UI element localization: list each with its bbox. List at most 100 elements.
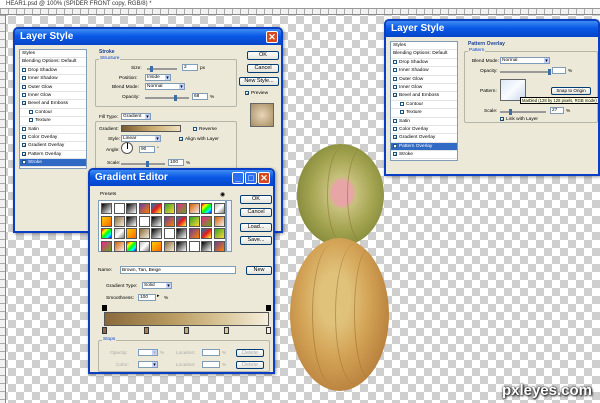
align-with-layer-checkbox[interactable]: ✓ Align with Layer: [179, 137, 219, 142]
gradient-preset-swatch[interactable]: [213, 228, 225, 239]
style-list-item[interactable]: Blending Options: Default: [391, 50, 457, 59]
preview-checkbox[interactable]: ✓ Preview: [245, 91, 268, 96]
checkbox-checked-icon[interactable]: ✓: [393, 93, 397, 98]
gradient-preset-swatch[interactable]: [176, 228, 187, 239]
style-list-item[interactable]: Color Overlay: [391, 126, 457, 135]
gradient-preset-swatch[interactable]: [188, 203, 200, 214]
gradient-preset-swatch[interactable]: [101, 240, 112, 252]
gradient-swatch[interactable]: [121, 125, 181, 132]
cancel-button[interactable]: Cancel: [240, 208, 272, 217]
checkbox-icon[interactable]: [22, 67, 26, 72]
opacity-stop-right[interactable]: [266, 305, 271, 311]
style-dropdown[interactable]: Linear: [121, 135, 161, 142]
opacity-slider[interactable]: [145, 95, 189, 101]
gradient-preset-swatch[interactable]: [201, 203, 212, 214]
checkbox-icon[interactable]: [393, 118, 397, 123]
snap-to-origin-button[interactable]: Snap to Origin: [551, 87, 591, 95]
gradient-preset-swatch[interactable]: [213, 240, 225, 252]
style-list-item[interactable]: ✓ Pattern Overlay: [20, 151, 86, 160]
style-list-item[interactable]: Outer Glow: [391, 76, 457, 84]
size-slider[interactable]: [147, 66, 177, 72]
smoothness-input[interactable]: 100: [138, 294, 156, 301]
scale-input[interactable]: 100: [168, 159, 184, 166]
opacity-input[interactable]: [552, 67, 566, 74]
checkbox-checked-icon[interactable]: ✓: [22, 101, 26, 106]
gradient-preset-swatch[interactable]: [113, 240, 125, 252]
checkbox-icon[interactable]: [393, 68, 397, 73]
style-list-item[interactable]: Inner Glow: [20, 92, 86, 101]
stop-color-swatch[interactable]: [138, 361, 158, 368]
delete-color-stop-button[interactable]: Delete: [236, 361, 264, 369]
style-list-item[interactable]: ✓ Gradient Overlay: [20, 142, 86, 151]
checkbox-icon[interactable]: [22, 92, 26, 97]
gradient-preset-swatch[interactable]: [163, 203, 175, 214]
gradient-preset-swatch[interactable]: [101, 228, 112, 239]
gradient-preset-swatch[interactable]: [151, 228, 162, 239]
checkbox-icon[interactable]: [29, 118, 33, 123]
gradient-preset-swatch[interactable]: [138, 228, 150, 239]
gradient-preset-swatch[interactable]: [163, 240, 175, 252]
name-input[interactable]: Brown, Tan, Beige: [120, 266, 236, 274]
gradient-preset-swatch[interactable]: [176, 203, 187, 214]
blend-mode-dropdown[interactable]: Normal: [145, 83, 185, 90]
gradient-preset-swatch[interactable]: [113, 203, 125, 214]
checkbox-icon[interactable]: [22, 76, 26, 81]
checkbox-checked-icon[interactable]: ✓: [22, 151, 26, 156]
gradient-preset-swatch[interactable]: [138, 215, 150, 227]
gradient-preset-swatch[interactable]: [126, 228, 137, 239]
new-style-button[interactable]: New Style...: [239, 77, 279, 86]
style-list-item[interactable]: Styles: [20, 50, 86, 59]
opacity-stop-left[interactable]: [102, 305, 107, 311]
style-list-item[interactable]: Contour: [391, 101, 457, 110]
color-stop-4[interactable]: [224, 327, 229, 334]
checkbox-icon[interactable]: [400, 101, 404, 106]
gradient-preset-swatch[interactable]: [201, 240, 212, 252]
layer-style-title-bar[interactable]: Layer Style: [386, 21, 598, 37]
scale-slider[interactable]: [500, 109, 546, 115]
gradient-preset-swatch[interactable]: [163, 215, 175, 227]
color-stop-5[interactable]: [266, 327, 271, 334]
ok-button[interactable]: OK: [247, 51, 279, 60]
checkbox-checked-icon[interactable]: ✓: [22, 160, 26, 165]
angle-input[interactable]: 90: [139, 146, 155, 153]
ruler-left[interactable]: [0, 15, 6, 403]
gradient-type-dropdown[interactable]: Solid: [142, 282, 172, 289]
gradient-preset-swatch[interactable]: [126, 215, 137, 227]
style-list-item[interactable]: Satin: [20, 126, 86, 134]
checkbox-icon[interactable]: [22, 84, 26, 89]
gradient-preset-swatch[interactable]: [151, 215, 162, 227]
checkbox-checked-icon[interactable]: ✓: [393, 135, 397, 140]
delete-opacity-stop-button[interactable]: Delete: [236, 349, 264, 357]
gradient-preset-swatch[interactable]: [113, 215, 125, 227]
reverse-checkbox[interactable]: Reverse: [193, 127, 217, 132]
gradient-editor-dialog[interactable]: Gradient Editor _ □ ✕ Presets ◉ OK Cance…: [88, 168, 275, 374]
style-list-item[interactable]: Blending Options: Default: [20, 58, 86, 67]
gradient-preset-swatch[interactable]: [126, 240, 137, 252]
style-list-item[interactable]: Color Overlay: [20, 134, 86, 143]
gradient-preset-swatch[interactable]: [113, 228, 125, 239]
close-icon[interactable]: ✕: [266, 31, 278, 43]
checkbox-icon[interactable]: [393, 76, 397, 81]
cancel-button[interactable]: Cancel: [247, 64, 279, 73]
checkbox-icon[interactable]: [393, 126, 397, 131]
style-list-item[interactable]: Inner Shadow: [391, 67, 457, 76]
checkbox-checked-icon[interactable]: ✓: [22, 143, 26, 148]
styles-list[interactable]: Styles Blending Options: Default Drop Shad…: [19, 49, 87, 169]
style-list-item[interactable]: Texture: [20, 117, 86, 126]
new-button[interactable]: New: [246, 266, 272, 275]
blend-mode-dropdown[interactable]: Normal: [500, 57, 550, 64]
color-stop-2[interactable]: [144, 327, 149, 334]
checkbox-icon[interactable]: [29, 109, 33, 114]
style-list-item[interactable]: ✓ Gradient Overlay: [391, 134, 457, 143]
opacity-input[interactable]: 68: [192, 93, 208, 100]
styles-list[interactable]: Styles Blending Options: Default Drop Shad…: [390, 41, 458, 161]
checkbox-icon[interactable]: [400, 110, 404, 115]
gradient-presets-grid[interactable]: [98, 200, 226, 252]
gradient-preset-swatch[interactable]: [163, 228, 175, 239]
gradient-preset-swatch[interactable]: [188, 228, 200, 239]
load-button[interactable]: Load...: [240, 223, 272, 232]
style-list-item[interactable]: Styles: [391, 42, 457, 51]
gradient-preset-swatch[interactable]: [188, 215, 200, 227]
maximize-icon[interactable]: □: [245, 172, 257, 184]
angle-dial[interactable]: [121, 142, 133, 154]
